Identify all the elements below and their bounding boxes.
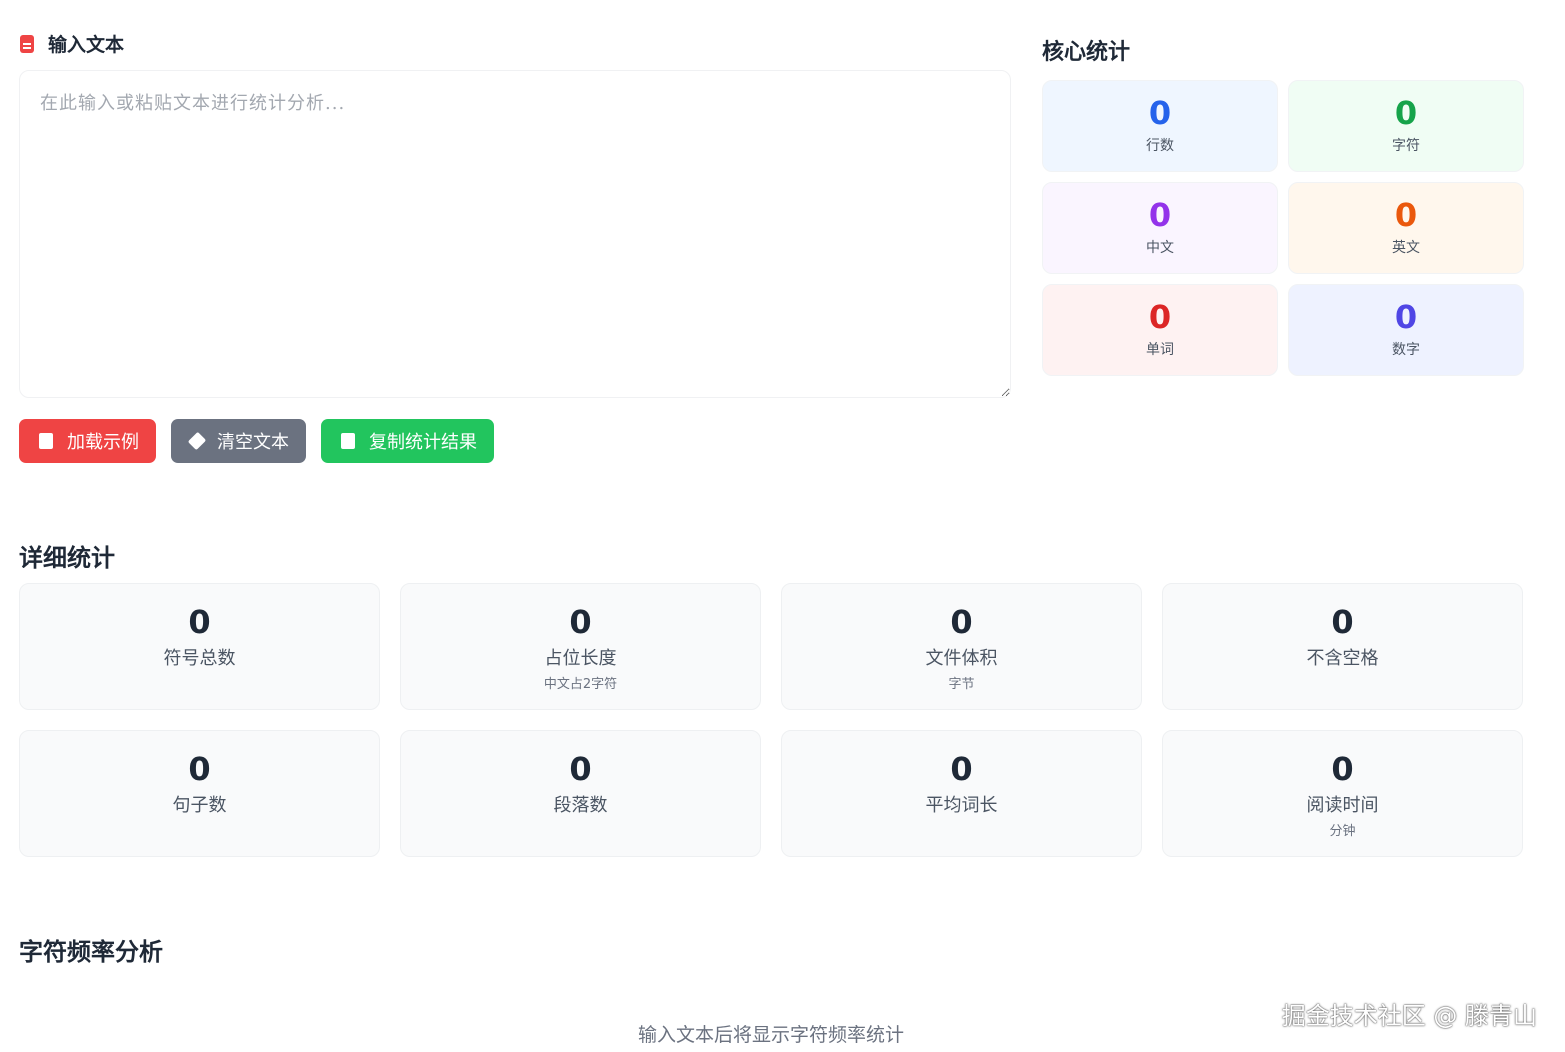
detail-stat-label: 符号总数 (164, 644, 236, 670)
detail-stat-value: 0 (569, 606, 591, 638)
core-stat-value: 0 (1149, 301, 1171, 333)
core-stat-card: 0 中文 (1042, 182, 1278, 274)
core-stat-card: 0 字符 (1288, 80, 1524, 172)
detail-stat-card: 0 平均词长 (781, 730, 1142, 857)
detail-stat-card: 0 不含空格 (1162, 583, 1523, 710)
core-stat-label: 中文 (1146, 237, 1174, 257)
core-stat-card: 0 行数 (1042, 80, 1278, 172)
load-example-button[interactable]: 加载示例 (19, 419, 156, 463)
core-stat-label: 单词 (1146, 339, 1174, 359)
detail-stat-label: 不含空格 (1307, 644, 1379, 670)
copy-label: 复制统计结果 (369, 428, 477, 454)
core-stat-value: 0 (1149, 199, 1171, 231)
detail-stat-card: 0 占位长度中文占2字符 (400, 583, 761, 710)
watermark: 掘金技术社区 @ 滕青山 (1282, 996, 1537, 1031)
detail-stat-value: 0 (950, 753, 972, 785)
clear-label: 清空文本 (217, 428, 289, 454)
detail-stat-sublabel: 字节 (948, 673, 974, 692)
load-label: 加载示例 (67, 428, 139, 454)
detail-stat-label: 文件体积 (926, 644, 998, 670)
frequency-title: 字符频率分析 (19, 932, 163, 967)
detail-stat-value: 0 (188, 606, 210, 638)
detail-stat-value: 0 (569, 753, 591, 785)
detail-stats-grid: 0 符号总数 0 占位长度中文占2字符 0 文件体积字节 0 不含空格 0 句子数 0 段落数 0 平均词… (19, 583, 1523, 857)
detail-stat-sublabel: 中文占2字符 (544, 673, 617, 692)
file-code-icon (39, 433, 53, 449)
detail-stat-card: 0 句子数 (19, 730, 380, 857)
detail-stat-label: 阅读时间 (1307, 791, 1379, 817)
core-stat-label: 字符 (1392, 135, 1420, 155)
file-icon (20, 35, 34, 53)
copy-results-button[interactable]: 复制统计结果 (321, 419, 494, 463)
core-stat-value: 0 (1149, 97, 1171, 129)
input-section-title: 输入文本 (20, 30, 124, 57)
detail-stat-label: 段落数 (554, 791, 608, 817)
eraser-icon (188, 432, 206, 450)
core-stat-label: 数字 (1392, 339, 1420, 359)
core-stat-value: 0 (1395, 97, 1417, 129)
clear-text-button[interactable]: 清空文本 (171, 419, 306, 463)
detail-stat-label: 占位长度 (545, 644, 617, 670)
core-stat-card: 0 数字 (1288, 284, 1524, 376)
core-stats-grid: 0 行数 0 字符 0 中文 0 英文 0 单词 0 数字 (1042, 80, 1524, 376)
detail-stat-sublabel: 分钟 (1329, 820, 1355, 839)
core-stat-value: 0 (1395, 301, 1417, 333)
detail-stat-label: 平均词长 (926, 791, 998, 817)
core-stat-card: 0 英文 (1288, 182, 1524, 274)
detail-stat-card: 0 符号总数 (19, 583, 380, 710)
detail-stat-value: 0 (1331, 606, 1353, 638)
core-stat-label: 行数 (1146, 135, 1174, 155)
core-stat-label: 英文 (1392, 237, 1420, 257)
detail-stat-card: 0 阅读时间分钟 (1162, 730, 1523, 857)
detail-stat-value: 0 (1331, 753, 1353, 785)
core-stats-title: 核心统计 (1042, 34, 1130, 66)
input-title-text: 输入文本 (48, 30, 124, 57)
detail-stat-value: 0 (950, 606, 972, 638)
core-stat-value: 0 (1395, 199, 1417, 231)
detail-stat-value: 0 (188, 753, 210, 785)
detail-stat-label: 句子数 (173, 791, 227, 817)
detail-stats-title: 详细统计 (19, 538, 115, 573)
text-input[interactable] (19, 70, 1011, 398)
core-stat-card: 0 单词 (1042, 284, 1278, 376)
detail-stat-card: 0 文件体积字节 (781, 583, 1142, 710)
detail-stat-card: 0 段落数 (400, 730, 761, 857)
copy-icon (341, 433, 355, 449)
